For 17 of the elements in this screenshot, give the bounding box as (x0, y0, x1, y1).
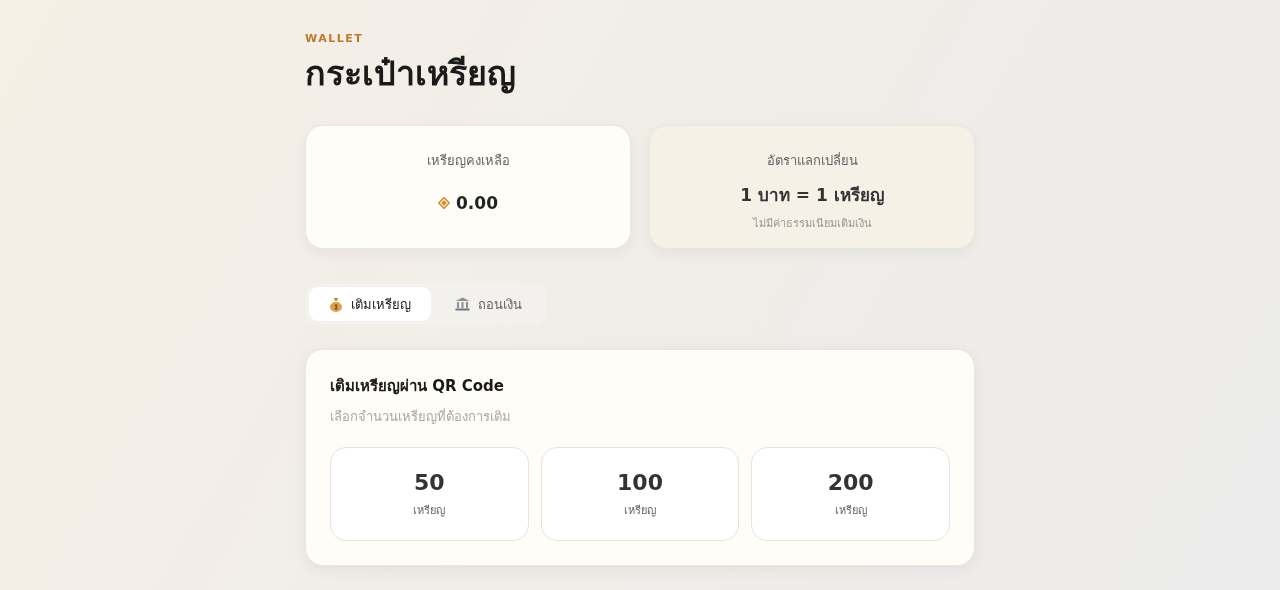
tab[interactable]: ถอนเงิน (435, 287, 542, 321)
rate-note: ไม่มีค่าธรรมเนียมเติมเงิน (752, 216, 872, 232)
panel-title: เติมเหรียญผ่าน QR Code (330, 376, 505, 397)
rate-label: อัตราแลกเปลี่ยน (766, 151, 858, 170)
rate-value: 1 บาท = 1 เหรียญ (740, 184, 884, 208)
bank-icon (455, 297, 470, 311)
coin-icon (438, 197, 450, 209)
balance-label: เหรียญคงเหลือ (426, 152, 510, 170)
section-eyebrow: WALLET (305, 32, 365, 45)
amount-option[interactable]: 200 เหรียญ (751, 447, 950, 541)
money-bag-icon (329, 296, 343, 312)
tab[interactable]: เติมเหรียญ (309, 287, 431, 321)
panel-subtitle: เลือกจำนวนเหรียญที่ต้องการเติม (330, 407, 512, 426)
page-title: กระเป๋าเหรียญ (305, 52, 517, 95)
balance-value: 0.00 (456, 193, 498, 213)
amount-option[interactable]: 50 เหรียญ (330, 447, 529, 541)
amount-option[interactable]: 100 เหรียญ (540, 447, 740, 541)
